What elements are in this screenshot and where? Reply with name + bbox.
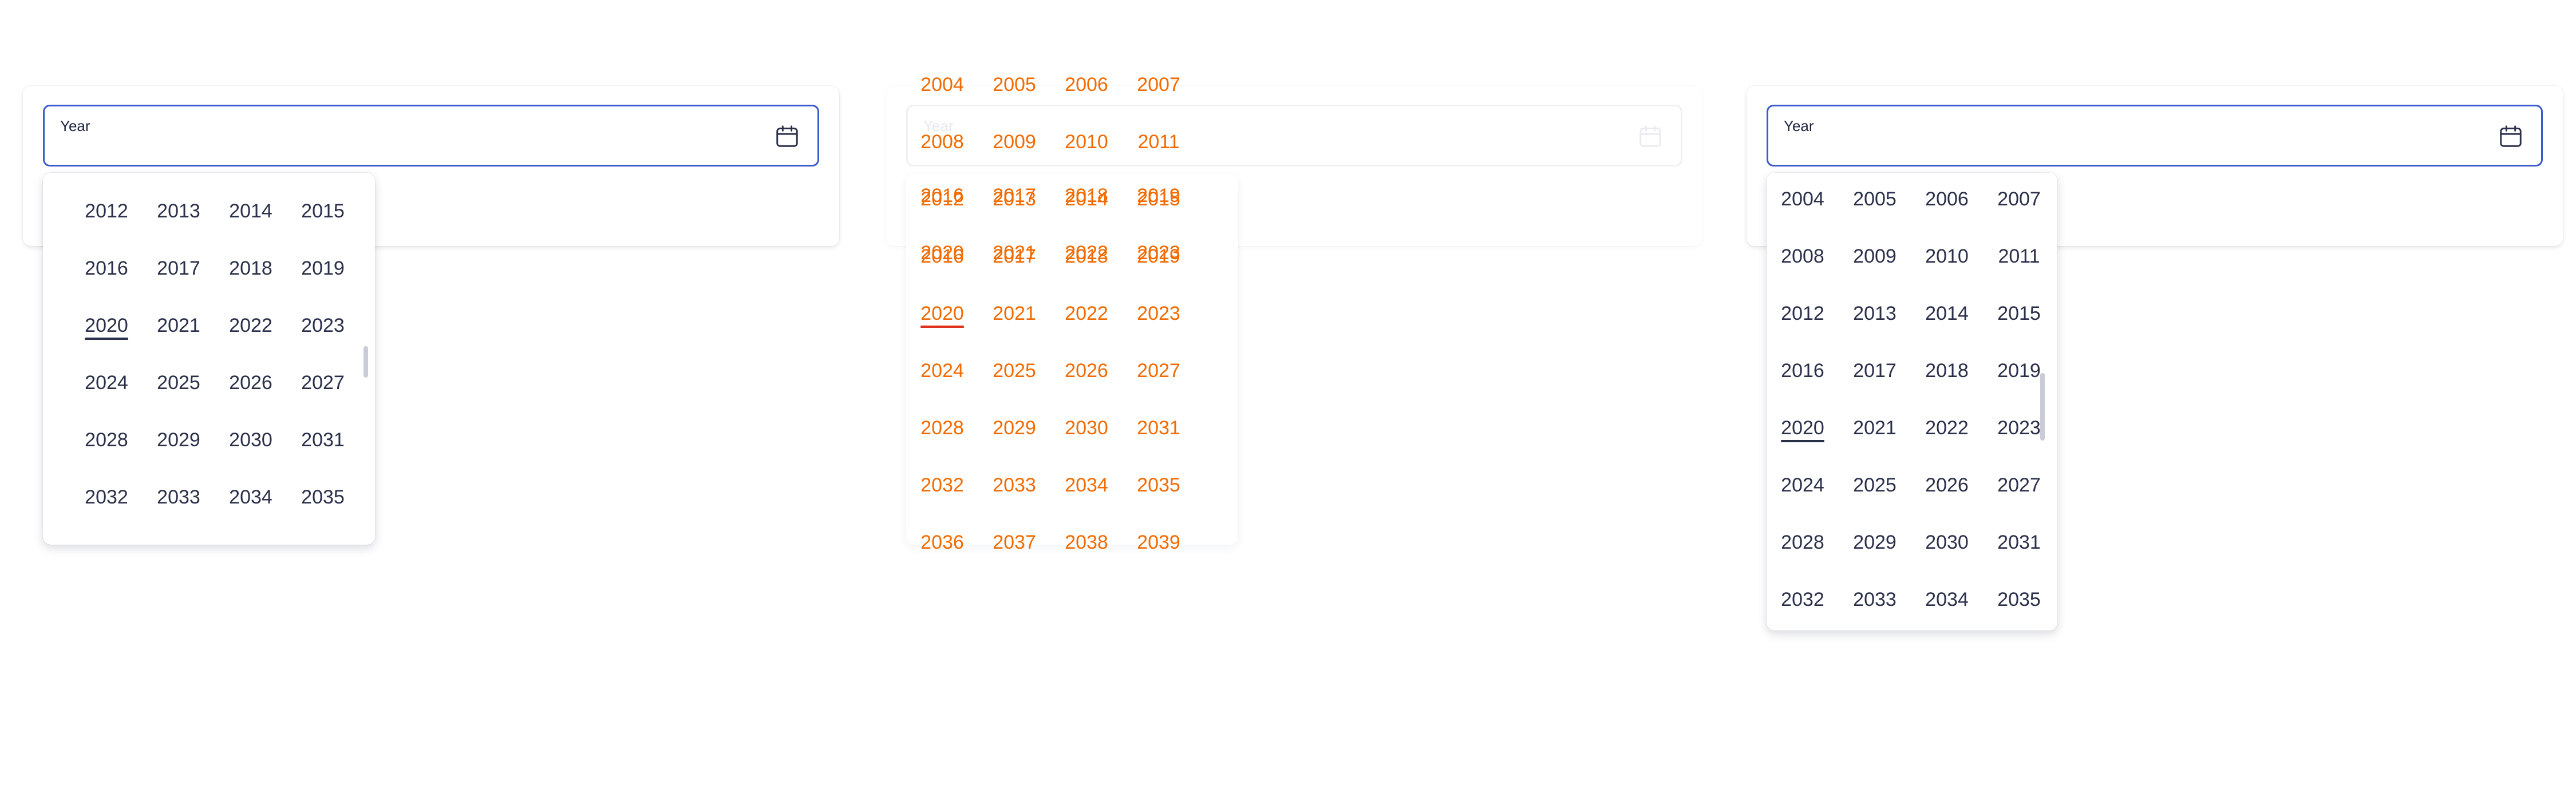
year-option[interactable]: 2026 (1911, 457, 1983, 514)
year-option[interactable]: 2038 (1911, 628, 1983, 631)
year-option-current[interactable]: 2020 (1767, 399, 1839, 457)
year-option[interactable]: 2009 (1839, 228, 1911, 285)
year-option[interactable]: 2029 (1839, 514, 1911, 571)
year-dropdown[interactable]: 2004200520062007200820092010201120122013… (43, 173, 375, 545)
year-option[interactable]: 2039 (287, 526, 359, 545)
year-option[interactable]: 2012 (1767, 285, 1839, 342)
year-option[interactable]: 2012 (70, 183, 143, 240)
year-option[interactable]: 2027 (287, 354, 359, 411)
year-option[interactable]: 2033 (143, 469, 215, 526)
year-option[interactable]: 2026 (215, 354, 287, 411)
year-option[interactable]: 2006 (1050, 0, 1123, 53)
year-option[interactable]: 2025 (143, 354, 215, 411)
year-option[interactable]: 2038 (215, 526, 287, 545)
year-option[interactable]: 2022 (215, 297, 287, 354)
year-option[interactable]: 2036 (70, 526, 143, 545)
year-option[interactable]: 2011 (287, 173, 359, 183)
year-option[interactable]: 2014 (1911, 285, 1983, 342)
year-option[interactable]: 2013 (1839, 285, 1911, 342)
year-option[interactable]: 2005 (1839, 173, 1911, 228)
year-option[interactable]: 2013 (143, 183, 215, 240)
year-option[interactable]: 2015 (287, 183, 359, 240)
year-option[interactable]: 2034 (215, 469, 287, 526)
year-option[interactable]: 2004 (1767, 173, 1839, 228)
year-option[interactable]: 2017 (143, 240, 215, 297)
year-field-label: Year (60, 117, 90, 134)
year-option[interactable]: 2037 (143, 526, 215, 545)
year-option[interactable]: 2035 (287, 469, 359, 526)
year-option[interactable]: 2008 (70, 173, 143, 183)
year-option-current[interactable]: 2020 (70, 297, 143, 354)
year-option[interactable]: 2004 (906, 0, 978, 53)
calendar-icon[interactable] (774, 123, 800, 149)
year-option[interactable]: 2034 (1911, 571, 1983, 628)
calendar-icon[interactable] (1637, 123, 1664, 149)
year-dropdown[interactable] (906, 173, 1238, 545)
year-option[interactable]: 2028 (1767, 514, 1839, 571)
year-field[interactable]: Year (906, 105, 1682, 166)
year-option[interactable]: 2021 (143, 297, 215, 354)
year-option[interactable]: 2037 (1839, 628, 1911, 631)
year-field-label: Year (923, 117, 954, 134)
year-option[interactable]: 2007 (1123, 0, 1195, 53)
year-option[interactable]: 2032 (70, 469, 143, 526)
year-option[interactable]: 2030 (215, 411, 287, 469)
year-option[interactable]: 2016 (1767, 342, 1839, 399)
year-option[interactable]: 2035 (1983, 571, 2055, 628)
year-option[interactable]: 2022 (1911, 399, 1983, 457)
year-option[interactable]: 2039 (1983, 628, 2055, 631)
year-dropdown[interactable]: 2004200520062007 2008200920102011 20122013… (1767, 173, 2057, 631)
year-option[interactable]: 2033 (1839, 571, 1911, 628)
year-option[interactable]: 2030 (1911, 514, 1983, 571)
year-option[interactable]: 2008 (1767, 228, 1839, 285)
year-option[interactable]: 2014 (215, 183, 287, 240)
year-option[interactable]: 2036 (1767, 628, 1839, 631)
year-field[interactable]: Year (1767, 105, 2543, 166)
year-option[interactable]: 2016 (70, 240, 143, 297)
year-option[interactable]: 2007 (1983, 173, 2055, 228)
year-option[interactable]: 2018 (215, 240, 287, 297)
year-option[interactable]: 2009 (143, 173, 215, 183)
year-option[interactable]: 2019 (287, 240, 359, 297)
year-option[interactable]: 2018 (1911, 342, 1983, 399)
year-field-label: Year (1784, 117, 1814, 134)
year-option[interactable]: 2017 (1839, 342, 1911, 399)
year-option[interactable]: 2024 (70, 354, 143, 411)
year-option[interactable]: 2006 (1911, 173, 1983, 228)
year-option[interactable]: 2027 (1983, 457, 2055, 514)
year-option[interactable]: 2029 (143, 411, 215, 469)
year-option[interactable]: 2021 (1839, 399, 1911, 457)
year-option[interactable]: 2010 (1911, 228, 1983, 285)
year-option[interactable]: 2010 (215, 173, 287, 183)
scrollbar-thumb[interactable] (364, 346, 368, 378)
year-option[interactable]: 2032 (1767, 571, 1839, 628)
year-field[interactable]: Year (43, 105, 819, 166)
year-option[interactable]: 2023 (287, 297, 359, 354)
year-option[interactable]: 2015 (1983, 285, 2055, 342)
year-option[interactable]: 2024 (1767, 457, 1839, 514)
year-option[interactable]: 2031 (287, 411, 359, 469)
year-option[interactable]: 2031 (1983, 514, 2055, 571)
year-grid: 2004200520062007 2008200920102011 20122013… (1767, 173, 2055, 631)
year-option[interactable]: 2005 (978, 0, 1050, 53)
scrollbar-thumb[interactable] (2040, 373, 2045, 441)
calendar-icon[interactable] (2498, 123, 2524, 149)
year-option[interactable]: 2028 (70, 411, 143, 469)
year-option[interactable]: 2011 (1983, 228, 2055, 285)
year-option[interactable]: 2025 (1839, 457, 1911, 514)
year-grid: 2004200520062007200820092010201120122013… (70, 173, 359, 545)
